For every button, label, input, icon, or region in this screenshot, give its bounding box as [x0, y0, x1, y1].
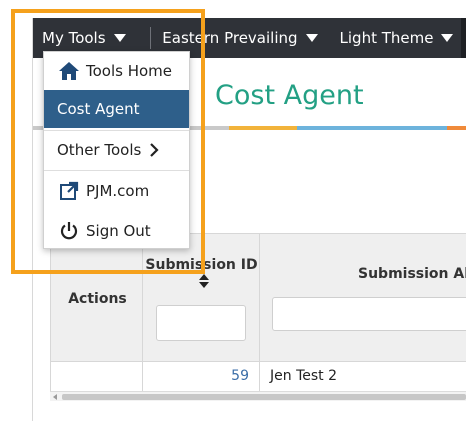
page-title: Cost Agent — [215, 80, 364, 111]
menu-item-other-tools[interactable]: Other Tools — [44, 131, 189, 169]
actions-cell[interactable] — [50, 362, 143, 392]
column-submission-alias[interactable]: Submission Al — [260, 234, 466, 362]
home-icon — [58, 60, 80, 82]
horizontal-scrollbar[interactable] — [50, 391, 466, 401]
column-header-label: Submission ID — [145, 257, 258, 273]
caret-down-icon — [113, 34, 126, 42]
menu-item-tools-home[interactable]: Tools Home — [44, 52, 189, 90]
menu-item-label: PJM.com — [86, 182, 150, 200]
menu-item-label: Cost Agent — [57, 100, 140, 118]
column-submission-id[interactable]: Submission ID — [143, 234, 260, 362]
power-icon — [58, 220, 80, 242]
submission-id-filter-input[interactable] — [156, 305, 246, 341]
column-header-submission-id[interactable]: Submission ID — [143, 256, 260, 293]
menu-item-label: Tools Home — [86, 62, 173, 80]
my-tools-label: My Tools — [42, 29, 106, 47]
timezone-label: Eastern Prevailing — [162, 29, 298, 47]
submission-alias-cell: Jen Test 2 — [270, 368, 337, 384]
nav-divider — [149, 27, 151, 49]
menu-item-label: Sign Out — [86, 222, 151, 240]
submissions-grid: Actions Submission ID Submission Al 59 J… — [50, 233, 466, 393]
theme-label: Light Theme — [339, 29, 434, 47]
menu-item-label: Other Tools — [57, 141, 142, 159]
column-actions: Actions — [50, 234, 143, 362]
sort-icon[interactable] — [198, 274, 209, 293]
grid-header: Actions Submission ID Submission Al — [50, 233, 466, 362]
menu-item-sign-out[interactable]: Sign Out — [44, 212, 189, 250]
theme-dropdown[interactable]: Light Theme — [326, 18, 462, 58]
table-row[interactable]: 59 Jen Test 2 — [50, 361, 466, 392]
submission-alias-filter-input[interactable] — [272, 297, 466, 331]
column-header-actions: Actions — [68, 291, 127, 307]
menu-divider — [44, 170, 189, 171]
my-tools-dropdown-menu: Tools Home Cost Agent Other Tools PJM.co… — [43, 51, 190, 249]
header-accent-strip — [297, 126, 447, 130]
caret-down-icon — [305, 34, 318, 42]
external-link-icon — [58, 180, 80, 202]
chevron-right-icon — [149, 143, 159, 157]
submission-id-cell[interactable]: 59 — [143, 362, 260, 392]
scroll-left-icon[interactable] — [53, 394, 57, 400]
header-accent-strip — [447, 126, 466, 130]
scrollbar-thumb[interactable] — [62, 394, 466, 400]
caret-down-icon — [441, 34, 454, 42]
menu-item-pjm-com[interactable]: PJM.com — [44, 172, 189, 210]
header-accent-strip — [229, 126, 297, 130]
nav-end-cap — [461, 18, 466, 58]
menu-item-cost-agent[interactable]: Cost Agent — [44, 90, 189, 128]
column-header-submission-alias[interactable]: Submission Al — [358, 266, 466, 282]
